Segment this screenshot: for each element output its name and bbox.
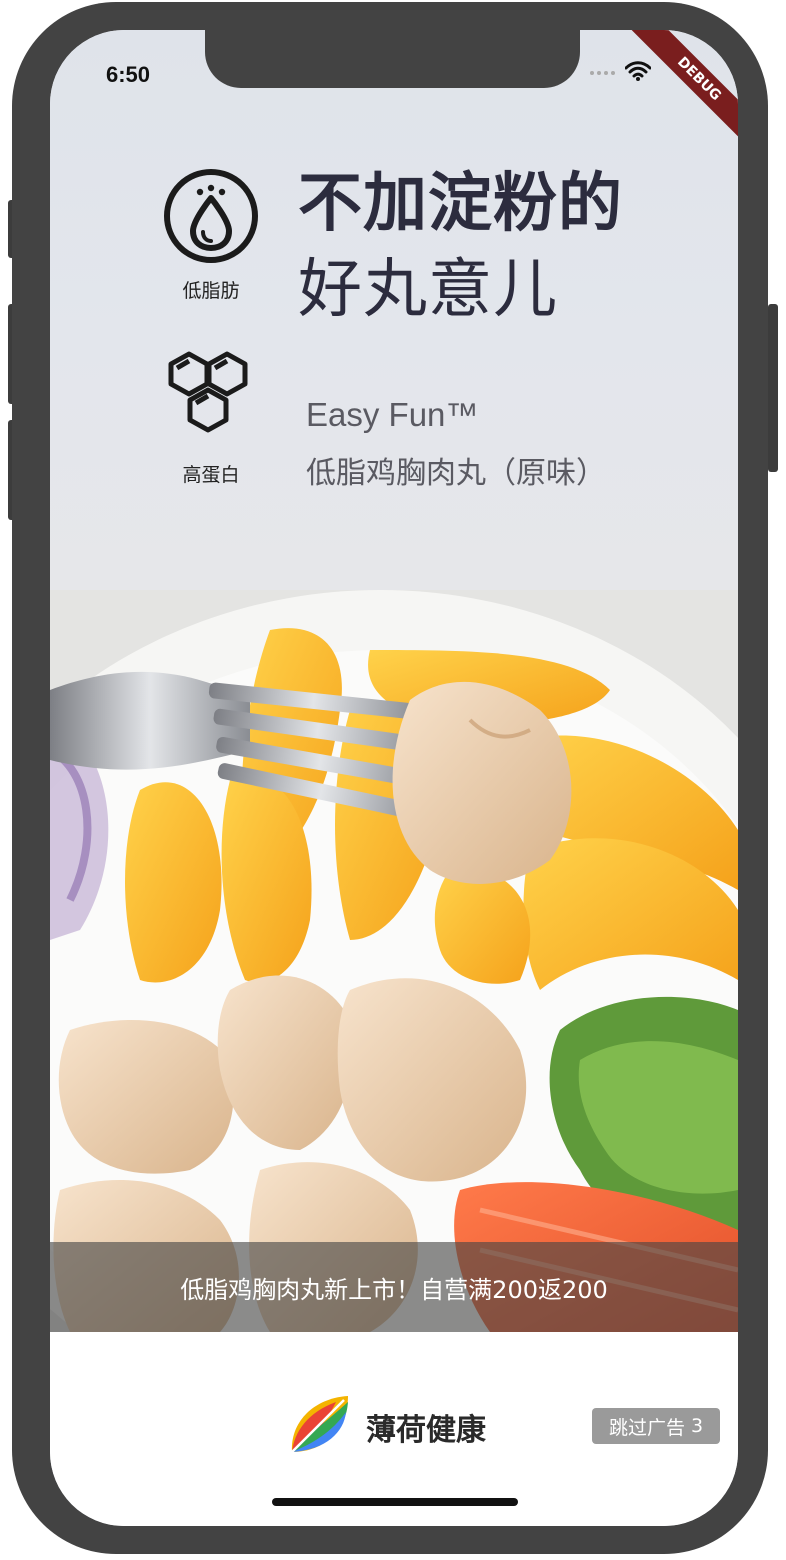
product-name: 低脂鸡胸肉丸（原味）	[306, 456, 606, 491]
cellular-signal-icon	[590, 71, 615, 75]
skip-ad-label: 跳过广告	[608, 1416, 685, 1439]
molecule-icon	[161, 351, 261, 452]
status-icons	[590, 60, 652, 86]
ad-poster-header[interactable]: 低脂肪 高蛋白 不加淀粉的 好丸意儿 Easy Fun™ 低脂鸡胸肉丸（原味）	[50, 30, 738, 590]
app-logo: 薄荷健康	[286, 1392, 486, 1462]
feature-label-high-protein: 高蛋白	[182, 464, 240, 486]
mint-leaf-logo-icon	[286, 1392, 352, 1462]
wifi-icon	[624, 61, 652, 85]
ad-caption-text: 低脂鸡胸肉丸新上市！自营满200返200	[180, 1275, 608, 1304]
brand-english-name: Easy Fun™	[306, 396, 479, 433]
skip-countdown: 3	[690, 1415, 704, 1437]
app-name: 薄荷健康	[366, 1413, 486, 1448]
headline-line-1: 不加淀粉的	[298, 167, 623, 241]
water-drop-icon	[163, 169, 259, 268]
ad-product-photo[interactable]	[50, 590, 738, 1332]
device-notch	[205, 30, 580, 88]
headline-line-2: 好丸意儿	[298, 253, 558, 327]
power-button	[768, 304, 778, 472]
skip-ad-button[interactable]: 跳过广告 3	[592, 1408, 720, 1444]
ad-headline: 不加淀粉的 好丸意儿	[298, 162, 623, 334]
feature-low-fat: 低脂肪	[156, 168, 266, 303]
ad-caption-bar[interactable]: 低脂鸡胸肉丸新上市！自营满200返200	[50, 1242, 738, 1332]
splash-footer: 薄荷健康 跳过广告 3	[50, 1332, 738, 1526]
feature-high-protein: 高蛋白	[156, 350, 266, 487]
home-indicator[interactable]	[272, 1498, 518, 1506]
feature-label-low-fat: 低脂肪	[182, 280, 240, 302]
status-time: 6:50	[106, 62, 151, 87]
splash-screen: 低脂肪 高蛋白 不加淀粉的 好丸意儿 Easy Fun™ 低脂鸡胸肉丸（原味） …	[50, 30, 738, 1526]
food-illustration	[50, 590, 738, 1332]
